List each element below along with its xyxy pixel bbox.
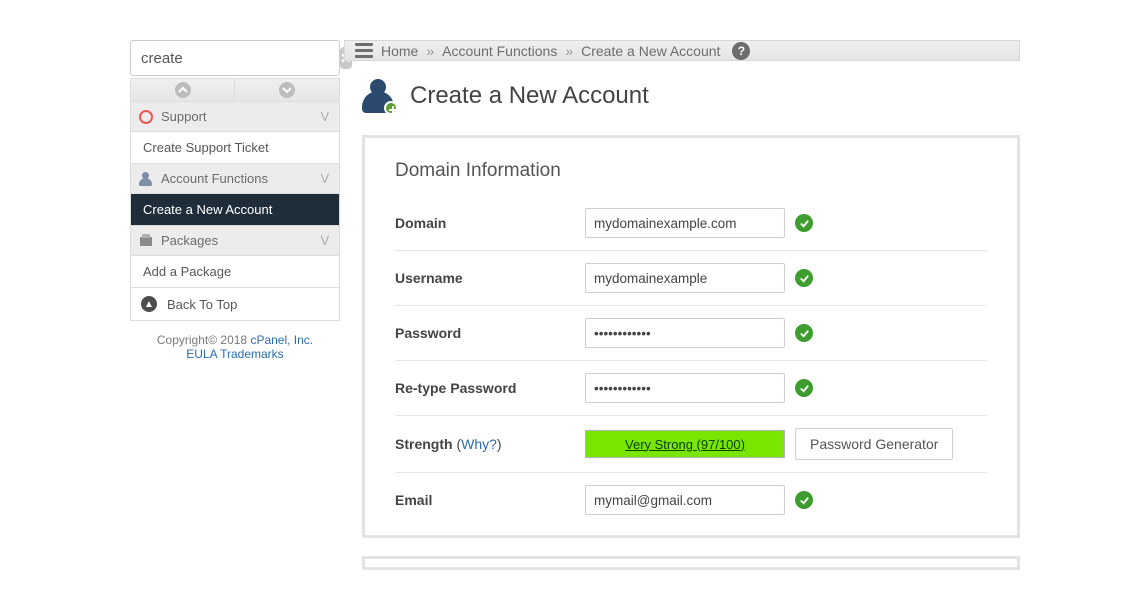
field-label: Re-type Password [395, 380, 585, 396]
sidebar-group-account-functions[interactable]: Account Functions ⋁ [130, 164, 340, 194]
sidebar-group-label: Account Functions [161, 171, 268, 186]
username-input[interactable] [585, 263, 785, 293]
breadcrumb-item: Create a New Account [581, 43, 720, 59]
valid-icon [795, 379, 813, 397]
page-title: Create a New Account [410, 82, 649, 110]
breadcrumb-item[interactable]: Home [381, 43, 418, 59]
page-body: Create a New Account Domain Information … [344, 61, 1020, 570]
field-row-strength: Strength (Why?) Very Strong (97/100) Pas… [395, 416, 987, 473]
search-input[interactable] [141, 50, 340, 67]
field-row-domain: Domain [395, 196, 987, 251]
add-user-icon [362, 79, 396, 113]
field-label: Username [395, 270, 585, 286]
breadcrumb-bar: Home » Account Functions » Create a New … [344, 40, 1020, 61]
panel-title: Domain Information [395, 160, 987, 182]
password-strength-meter: Very Strong (97/100) [585, 430, 785, 458]
chevron-down-icon: ⋁ [321, 111, 329, 122]
page-title-row: Create a New Account [362, 79, 1020, 113]
breadcrumb-separator: » [426, 43, 434, 59]
field-row-email: Email [395, 473, 987, 527]
field-label: Password [395, 325, 585, 341]
user-icon [139, 172, 153, 186]
support-icon [139, 110, 153, 124]
chevron-down-icon: ⋁ [321, 235, 329, 246]
sidebar: ✕ Support ⋁ Create Support [130, 40, 340, 570]
main: Home » Account Functions » Create a New … [344, 40, 1020, 570]
collapse-all-button[interactable] [131, 79, 235, 101]
valid-icon [795, 491, 813, 509]
domain-information-panel: Domain Information Domain Username [362, 135, 1020, 538]
email-input[interactable] [585, 485, 785, 515]
help-icon[interactable]: ? [732, 42, 750, 60]
sidebar-item-create-support-ticket[interactable]: Create Support Ticket [130, 132, 340, 164]
valid-icon [795, 269, 813, 287]
retype-password-input[interactable] [585, 373, 785, 403]
back-to-top-label: Back To Top [167, 297, 237, 312]
sidebar-group-support[interactable]: Support ⋁ [130, 102, 340, 132]
chevron-down-icon [279, 82, 295, 98]
eula-link[interactable]: EULA [186, 347, 217, 361]
next-panel-peek [362, 556, 1020, 570]
menu-icon[interactable] [355, 43, 373, 58]
field-row-retype-password: Re-type Password [395, 361, 987, 416]
field-row-password: Password [395, 306, 987, 361]
sidebar-group-label: Support [161, 109, 207, 124]
field-label: Domain [395, 215, 585, 231]
package-icon [139, 234, 153, 248]
domain-input[interactable] [585, 208, 785, 238]
valid-icon [795, 324, 813, 342]
valid-icon [795, 214, 813, 232]
breadcrumb-separator: » [565, 43, 573, 59]
field-label: Strength (Why?) [395, 436, 585, 452]
chevron-down-icon: ⋁ [321, 173, 329, 184]
expand-all-button[interactable] [235, 79, 339, 101]
password-generator-button[interactable]: Password Generator [795, 428, 953, 460]
company-link[interactable]: cPanel, Inc. [250, 333, 313, 347]
back-to-top-button[interactable]: ▲ Back To Top [130, 288, 340, 321]
arrow-up-icon: ▲ [141, 296, 157, 312]
sidebar-footer: Copyright© 2018 cPanel, Inc. EULA Tradem… [130, 321, 340, 373]
sidebar-search: ✕ [130, 40, 340, 76]
chevron-up-icon [175, 82, 191, 98]
password-input[interactable] [585, 318, 785, 348]
sidebar-item-add-package[interactable]: Add a Package [130, 256, 340, 288]
collapse-expand-row [130, 78, 340, 102]
field-label: Email [395, 492, 585, 508]
sidebar-group-label: Packages [161, 233, 218, 248]
copyright-text: Copyright© 2018 [157, 333, 247, 347]
sidebar-group-packages[interactable]: Packages ⋁ [130, 226, 340, 256]
breadcrumb-item[interactable]: Account Functions [442, 43, 557, 59]
trademarks-link[interactable]: Trademarks [220, 347, 284, 361]
sidebar-item-create-new-account[interactable]: Create a New Account [130, 194, 340, 226]
field-row-username: Username [395, 251, 987, 306]
strength-why-link[interactable]: Why? [461, 436, 497, 452]
